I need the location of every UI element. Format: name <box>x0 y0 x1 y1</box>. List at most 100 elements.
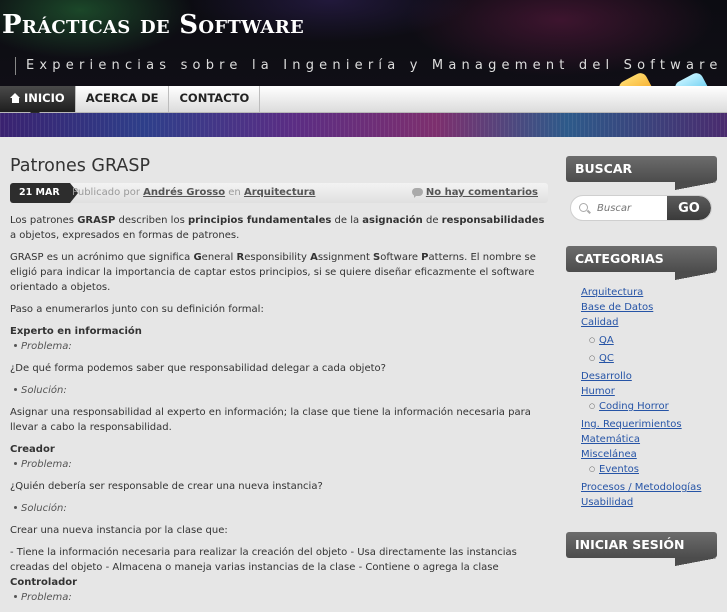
bold-text: principios fundamentales <box>187 215 332 226</box>
category-item: Arquitectura <box>581 285 721 300</box>
text: de <box>422 215 442 226</box>
bullet <box>14 461 17 465</box>
category-link[interactable]: QA <box>599 335 614 346</box>
italic-text: Problema: <box>21 341 72 352</box>
acronym-letter: G <box>193 252 202 263</box>
category-link[interactable]: Matemática <box>581 434 640 445</box>
comments-link[interactable]: No hay comentarios <box>426 187 538 198</box>
category-link[interactable]: Base de Datos <box>581 302 653 313</box>
category-link[interactable]: QC <box>599 353 614 364</box>
solution-text: Asignar una responsabilidad al experto e… <box>10 407 531 433</box>
bold-text: responsabilidades <box>441 215 545 226</box>
details-text: - Tiene la información necesaria para re… <box>10 545 548 590</box>
bullet <box>14 387 17 391</box>
search-widget-title: BUSCAR <box>566 156 717 190</box>
intro-paragraph: Los patrones GRASP describen los princip… <box>10 213 548 243</box>
nav-item-acerca-de[interactable]: ACERCA DE <box>76 86 170 112</box>
site-tagline: Experiencias sobre la Ingeniería y Manag… <box>26 58 723 73</box>
solution-label: Solución: <box>10 501 548 516</box>
text: describen los <box>115 215 188 226</box>
problem-text: ¿Quién debería ser responsable de crear … <box>10 481 323 492</box>
pattern-name: Experto en información <box>10 324 548 339</box>
post-title[interactable]: Patrones GRASP <box>10 156 548 176</box>
byline-in: en <box>228 187 241 198</box>
home-icon <box>10 93 21 103</box>
problem-label: Problema: <box>10 590 548 605</box>
byline-prefix: Publicado por <box>72 187 140 198</box>
category-link[interactable]: Miscelánea <box>581 449 637 460</box>
list-intro: Paso a enumerarlos junto con su definici… <box>10 304 264 315</box>
bold-text: asignación <box>362 215 423 226</box>
category-item: Coding Horror <box>581 399 721 414</box>
category-link[interactable]: Calidad <box>581 317 619 328</box>
author-link[interactable]: Andrés Grosso <box>143 187 225 198</box>
italic-text: Problema: <box>21 592 72 603</box>
nav-item-contacto[interactable]: CONTACTO <box>169 86 261 112</box>
bullet <box>14 594 17 598</box>
bold-text: GRASP <box>77 215 116 226</box>
bullet <box>14 343 17 347</box>
solution-label: Solución: <box>10 383 548 398</box>
acronym-letter: P <box>421 252 429 263</box>
search-box: GO <box>570 195 712 221</box>
search-icon <box>579 203 588 212</box>
comment-bubble-icon <box>411 188 423 198</box>
bold-text: Experto en información <box>10 326 142 337</box>
category-item: Procesos / Metodologías <box>581 480 721 495</box>
search-input[interactable] <box>597 200 667 216</box>
category-list: Arquitectura Base de Datos Calidad QA QC… <box>581 285 721 510</box>
category-link[interactable]: Eventos <box>599 464 639 475</box>
category-link[interactable]: Humor <box>581 386 615 397</box>
pattern-experto: Experto en información Problema: ¿De qué… <box>10 324 548 435</box>
text: a objetos, expresados en formas de patro… <box>10 230 240 241</box>
category-item: Base de Datos <box>581 300 721 315</box>
category-item: Ing. Requerimientos <box>581 417 721 432</box>
text: eneral <box>201 252 237 263</box>
problem-text: ¿De qué forma podemos saber que responsa… <box>10 363 386 374</box>
category-link[interactable]: Desarrollo <box>581 371 632 382</box>
bold-text: Controlador <box>10 577 78 588</box>
category-link[interactable]: Usabilidad <box>581 497 633 508</box>
bullet <box>14 505 17 509</box>
solution-text: Crear una nueva instancia por la clase q… <box>10 525 228 536</box>
italic-text: Solución: <box>21 503 67 514</box>
text: oftware <box>380 252 422 263</box>
post-content: Los patrones GRASP describen los princip… <box>10 213 548 612</box>
header-decorative-band <box>0 113 727 137</box>
search-go-button[interactable]: GO <box>667 196 711 220</box>
post-date-badge: 21 MAR <box>10 183 78 203</box>
category-link[interactable]: Arquitectura <box>581 287 643 298</box>
category-item: Eventos <box>581 462 721 477</box>
category-link[interactable]: Ing. Requerimientos <box>581 419 682 430</box>
italic-text: Solución: <box>21 385 67 396</box>
text: de la <box>331 215 363 226</box>
site-header: Prácticas de Software Experiencias sobre… <box>0 0 727 137</box>
tagline-divider <box>15 57 16 75</box>
blog-post: Patrones GRASP 21 MAR Publicado por Andr… <box>10 156 548 603</box>
text: esponsibility <box>244 252 311 263</box>
category-item: Matemática <box>581 432 721 447</box>
nav-item-inicio[interactable]: INICIO <box>0 86 76 117</box>
text: Los patrones <box>10 215 78 226</box>
category-link[interactable]: Arquitectura <box>244 187 315 198</box>
nav-item-label: ACERCA DE <box>85 91 159 105</box>
category-link[interactable]: Procesos / Metodologías <box>581 482 701 493</box>
category-item: Usabilidad <box>581 495 721 510</box>
acronym-paragraph: GRASP es un acrónimo que significa Gener… <box>10 250 548 295</box>
category-link[interactable]: Coding Horror <box>599 401 669 412</box>
problem-label: Problema: <box>10 339 548 354</box>
main-navigation: INICIO ACERCA DE CONTACTO <box>0 86 727 117</box>
login-widget-title: INICIAR SESIÓN <box>566 532 717 566</box>
categories-widget-title: CATEGORIAS <box>566 246 717 280</box>
category-item: Miscelánea <box>581 447 721 462</box>
comments-meta: No hay comentarios <box>411 183 538 203</box>
pattern-creador: Creador Problema: ¿Quién debería ser res… <box>10 442 548 605</box>
site-title[interactable]: Prácticas de Software <box>2 10 304 40</box>
category-item: Calidad <box>581 315 721 330</box>
category-item: Desarrollo <box>581 369 721 384</box>
text: - Tiene la información necesaria para re… <box>10 547 517 573</box>
post-byline: Publicado por Andrés Grosso en Arquitect… <box>72 183 315 203</box>
nav-item-label: INICIO <box>24 91 65 105</box>
italic-text: Problema: <box>21 459 72 470</box>
post-meta-bar: 21 MAR Publicado por Andrés Grosso en Ar… <box>10 183 548 203</box>
